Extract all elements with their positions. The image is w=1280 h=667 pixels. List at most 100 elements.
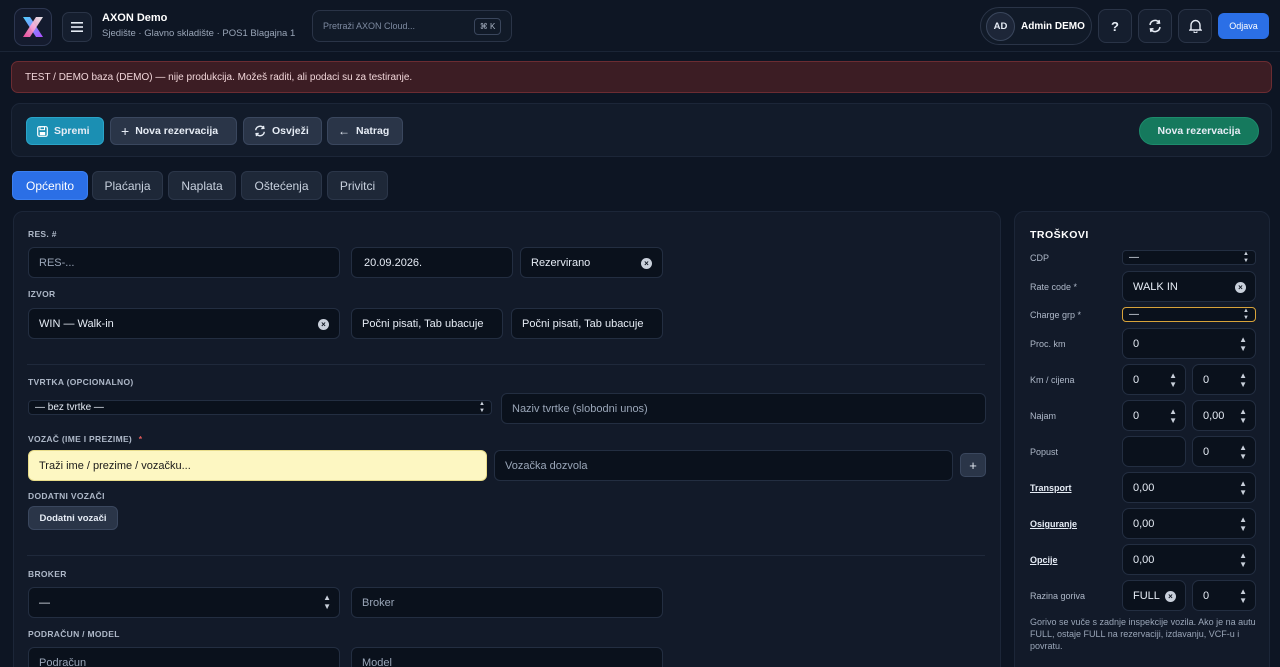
km-price-label: Km / cijena <box>1030 375 1075 385</box>
divider <box>27 364 985 365</box>
sync-button[interactable] <box>1138 9 1172 43</box>
opcije-input[interactable]: 0,00 ▲ ▼ <box>1122 544 1256 575</box>
date-input[interactable]: 20.09.2026. <box>351 247 513 278</box>
driver-search-input[interactable]: Traži ime / prezime / vozačku... <box>28 450 487 481</box>
fuel-level-label: Razina goriva <box>1030 591 1086 601</box>
km-value: 0 <box>1133 373 1140 386</box>
extra-drivers-button[interactable]: Dodatni vozači <box>28 506 118 530</box>
save-button[interactable]: Spremi <box>26 117 104 145</box>
bell-icon <box>1188 19 1202 33</box>
source-detail-input-1[interactable]: Počni pisati, Tab ubacuje <box>351 308 503 339</box>
res-number-label: RES. # <box>28 229 57 239</box>
company-select[interactable]: — bez tvrtke — ▲ ▼ <box>28 400 492 415</box>
transport-link[interactable]: Transport <box>1030 483 1072 493</box>
clear-icon[interactable]: × <box>1235 282 1246 293</box>
tab-opcenito[interactable]: Općenito <box>12 171 88 200</box>
stepper-icon[interactable]: ▲ ▼ <box>1239 443 1247 461</box>
clear-icon[interactable]: × <box>1165 591 1176 602</box>
subaccount-input[interactable]: Podračun <box>28 647 340 667</box>
axon-logo-icon <box>23 17 43 37</box>
driver-label-text: VOZAČ (IME I PREZIME) <box>28 434 133 444</box>
najam-price-value: 0,00 <box>1203 409 1225 422</box>
stepper-icon[interactable]: ▲ ▼ <box>1239 407 1247 425</box>
najam-label: Najam <box>1030 411 1057 421</box>
driver-label: VOZAČ (IME I PREZIME) * <box>28 434 142 444</box>
back-label: Natrag <box>356 125 390 137</box>
app-subtitle: Sjedište · Glavno skladište · POS1 Blaga… <box>102 28 296 39</box>
status-select[interactable]: Rezervirano × <box>520 247 663 278</box>
menu-button[interactable] <box>62 12 92 42</box>
tab-ostecenja[interactable]: Oštećenja <box>241 171 322 200</box>
stepper-icon[interactable]: ▲ ▼ <box>1169 407 1177 425</box>
notifications-button[interactable] <box>1178 9 1212 43</box>
status-value: Rezervirano <box>531 256 591 269</box>
driving-license-input[interactable]: Vozačka dozvola <box>494 450 953 481</box>
user-menu[interactable]: AD Admin DEMO <box>980 7 1092 45</box>
tab-naplata[interactable]: Naplata <box>168 171 236 200</box>
proc-km-input[interactable]: 0 ▲ ▼ <box>1122 328 1256 359</box>
proc-km-value: 0 <box>1133 337 1140 350</box>
najam-price-input[interactable]: 0,00 ▲ ▼ <box>1192 400 1256 431</box>
cdp-select[interactable]: — ▲ ▼ <box>1122 250 1256 265</box>
floppy-icon <box>37 125 48 137</box>
new-reservation-button[interactable]: + Nova rezervacija <box>110 117 237 145</box>
stepper-icon[interactable]: ▲ ▼ <box>1239 479 1247 497</box>
cdp-label: CDP <box>1030 253 1050 263</box>
clear-icon[interactable]: × <box>641 258 652 269</box>
add-driver-button[interactable]: + <box>960 453 986 477</box>
najam-input[interactable]: 0 ▲ ▼ <box>1122 400 1186 431</box>
required-asterisk: * <box>138 434 143 444</box>
stepper-icon[interactable]: ▲ ▼ <box>1239 335 1247 353</box>
transport-input[interactable]: 0,00 ▲ ▼ <box>1122 472 1256 503</box>
stepper-icon[interactable]: ▲ ▼ <box>1169 371 1177 389</box>
stepper-icon[interactable]: ▲ ▼ <box>1239 371 1247 389</box>
fuel-amount-input[interactable]: 0 ▲ ▼ <box>1192 580 1256 611</box>
stepper-icon[interactable]: ▲ ▼ <box>1239 587 1247 605</box>
avatar: AD <box>986 12 1015 41</box>
popust-amount-value: 0 <box>1203 445 1210 458</box>
fuel-level-value: FULL <box>1133 589 1160 602</box>
updown-chevron-icon: ▲ ▼ <box>479 401 485 414</box>
axon-logo[interactable] <box>14 8 52 46</box>
back-button[interactable]: ← Natrag <box>327 117 403 145</box>
charge-group-label: Charge grp * <box>1030 310 1082 320</box>
res-number-input[interactable]: RES-... <box>28 247 340 278</box>
app-title: AXON Demo <box>102 12 168 24</box>
logout-button[interactable]: Odjava <box>1218 13 1269 39</box>
popust-input[interactable] <box>1122 436 1186 467</box>
km-price-input[interactable]: 0 ▲ ▼ <box>1192 364 1256 395</box>
global-search[interactable]: Pretraži AXON Cloud... ⌘ K <box>312 10 512 42</box>
opcije-value: 0,00 <box>1133 553 1155 566</box>
osiguranje-value: 0,00 <box>1133 517 1155 530</box>
stepper-icon[interactable]: ▲ ▼ <box>1239 551 1247 569</box>
popust-amount-input[interactable]: 0 ▲ ▼ <box>1192 436 1256 467</box>
source-value: WIN — Walk-in <box>39 317 114 330</box>
tab-privitci[interactable]: Privitci <box>327 171 388 200</box>
tab-placanja[interactable]: Plaćanja <box>92 171 163 200</box>
source-detail-input-2[interactable]: Počni pisati, Tab ubacuje <box>511 308 663 339</box>
company-select-value: — bez tvrtke — <box>35 402 104 413</box>
fuel-level-select[interactable]: FULL × <box>1122 580 1186 611</box>
model-input[interactable]: Model <box>351 647 663 667</box>
action-toolbar: Spremi + Nova rezervacija Osvježi ← Natr… <box>11 103 1272 157</box>
broker-input[interactable]: Broker <box>351 587 663 618</box>
clear-icon[interactable]: × <box>318 319 329 330</box>
search-input[interactable]: Pretraži AXON Cloud... <box>323 21 415 31</box>
company-name-input[interactable]: Naziv tvrtke (slobodni unos) <box>501 393 986 424</box>
osiguranje-input[interactable]: 0,00 ▲ ▼ <box>1122 508 1256 539</box>
km-input[interactable]: 0 ▲ ▼ <box>1122 364 1186 395</box>
help-button[interactable]: ? <box>1098 9 1132 43</box>
new-reservation-green-button[interactable]: Nova rezervacija <box>1139 117 1259 145</box>
source-select[interactable]: WIN — Walk-in × <box>28 308 340 339</box>
refresh-icon <box>255 125 265 137</box>
rate-code-label: Rate code * <box>1030 282 1078 292</box>
banner-text: TEST / DEMO baza (DEMO) — nije produkcij… <box>25 72 413 83</box>
rate-code-select[interactable]: WALK IN × <box>1122 271 1256 302</box>
charge-group-value: — <box>1129 309 1139 320</box>
charge-group-select[interactable]: — ▲ ▼ <box>1122 307 1256 322</box>
refresh-button[interactable]: Osvježi <box>243 117 322 145</box>
osiguranje-link[interactable]: Osiguranje <box>1030 519 1077 529</box>
broker-select[interactable]: — ▲ ▼ <box>28 587 340 618</box>
stepper-icon[interactable]: ▲ ▼ <box>1239 515 1247 533</box>
opcije-link[interactable]: Opcije <box>1030 555 1058 565</box>
